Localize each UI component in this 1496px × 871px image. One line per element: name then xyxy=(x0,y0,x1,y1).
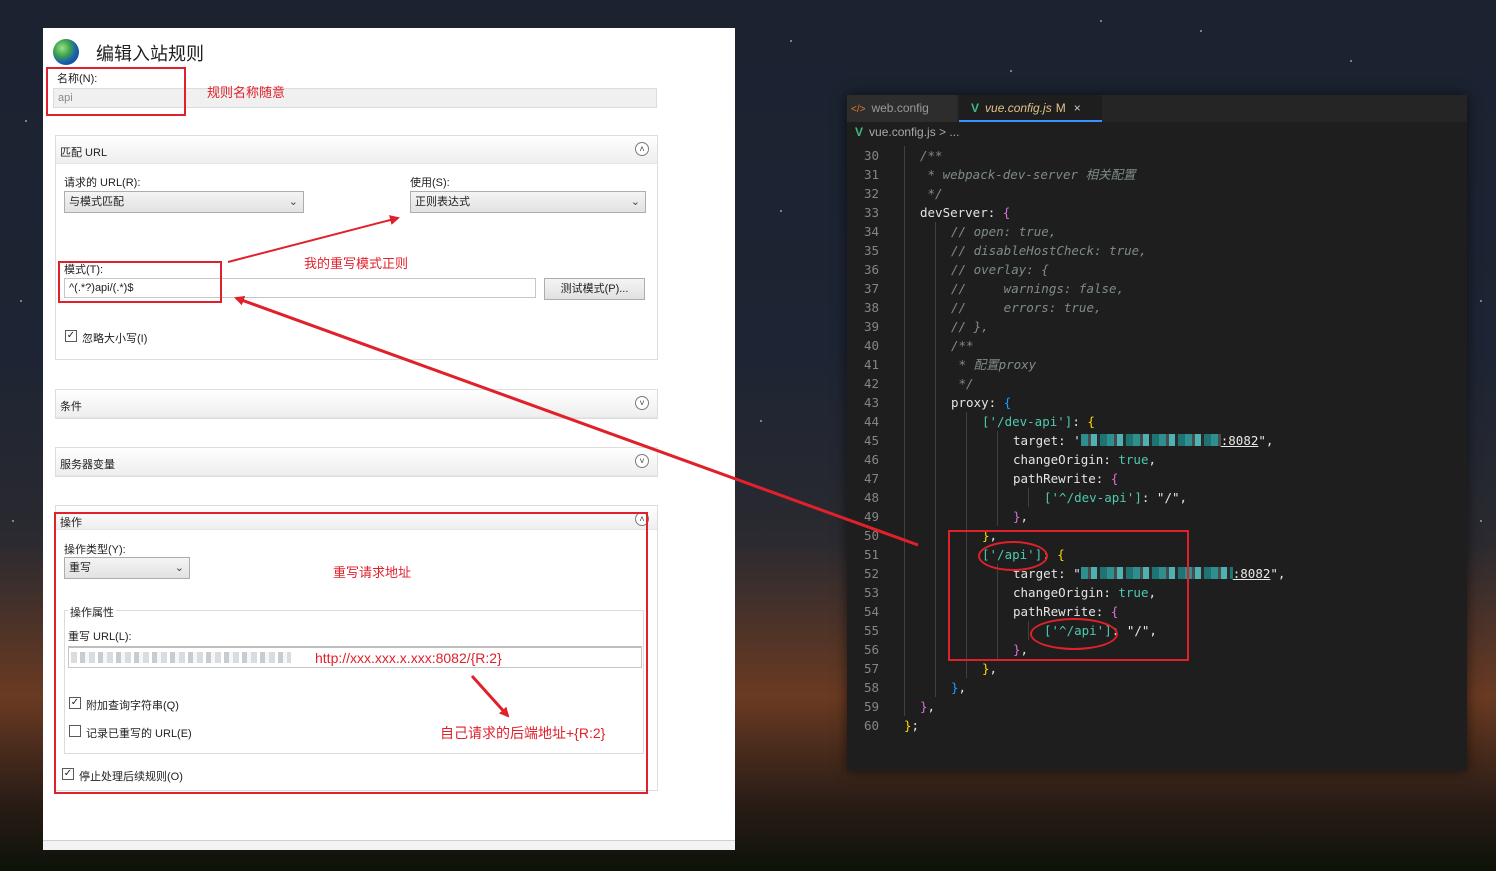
arrow-to-pattern xyxy=(234,296,919,547)
arrow-to-backend-note xyxy=(470,674,510,718)
arrow-to-using xyxy=(227,215,400,263)
annotation-arrows xyxy=(227,215,919,718)
